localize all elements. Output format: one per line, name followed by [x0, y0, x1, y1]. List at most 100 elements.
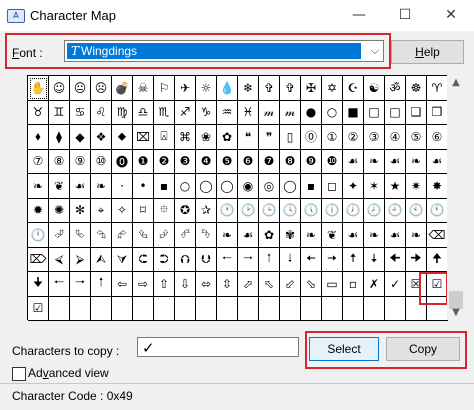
- character-cell[interactable]: ☙: [385, 223, 406, 248]
- character-cell[interactable]: 🠒: [70, 272, 91, 297]
- character-cell[interactable]: ⬃: [280, 272, 301, 297]
- character-cell[interactable]: ⮋: [196, 247, 217, 272]
- character-cell[interactable]: 🠋: [28, 272, 49, 297]
- character-cell[interactable]: ⯐: [154, 198, 175, 223]
- character-cell[interactable]: ❽: [280, 149, 301, 174]
- character-cell[interactable]: 🕛: [28, 223, 49, 248]
- character-cell[interactable]: [196, 296, 217, 321]
- character-cell[interactable]: 🠊: [406, 247, 427, 272]
- copy-button[interactable]: Copy: [386, 337, 460, 361]
- character-cell[interactable]: ✧: [112, 198, 133, 223]
- character-cell[interactable]: ✿: [259, 223, 280, 248]
- character-cell[interactable]: [175, 296, 196, 321]
- character-cell[interactable]: 🕖: [343, 198, 364, 223]
- character-cell[interactable]: ◯: [280, 174, 301, 199]
- select-button[interactable]: Select: [309, 337, 379, 361]
- character-cell[interactable]: ❧: [364, 223, 385, 248]
- character-cell[interactable]: □: [364, 100, 385, 125]
- character-cell[interactable]: ⇩: [175, 272, 196, 297]
- character-cell[interactable]: ⮵: [154, 223, 175, 248]
- character-cell[interactable]: ❧: [217, 223, 238, 248]
- character-cell[interactable]: ❧: [28, 174, 49, 199]
- character-cell[interactable]: ❧: [406, 149, 427, 174]
- character-cell[interactable]: ☼: [196, 76, 217, 101]
- character-cell[interactable]: [91, 296, 112, 321]
- character-cell[interactable]: ▯: [280, 125, 301, 150]
- character-cell[interactable]: ⮉: [175, 247, 196, 272]
- character-cell[interactable]: ⮳: [112, 223, 133, 248]
- character-cell[interactable]: ♑: [196, 100, 217, 125]
- character-cell[interactable]: [322, 296, 343, 321]
- character-cell[interactable]: 🠃: [280, 247, 301, 272]
- character-cell[interactable]: ♉: [28, 100, 49, 125]
- character-cell[interactable]: ◻: [322, 174, 343, 199]
- character-cell[interactable]: ✋: [28, 76, 49, 101]
- character-cell[interactable]: ❺: [217, 149, 238, 174]
- character-cell[interactable]: ■: [343, 100, 364, 125]
- character-cell[interactable]: ✡: [322, 76, 343, 101]
- character-cell[interactable]: 🠐: [49, 272, 70, 297]
- character-cell[interactable]: ☸: [406, 76, 427, 101]
- character-cell[interactable]: 😐: [70, 76, 91, 101]
- character-cell[interactable]: 🠆: [322, 247, 343, 272]
- scroll-up-icon[interactable]: ▲: [447, 77, 465, 88]
- character-cell[interactable]: ⌑: [133, 198, 154, 223]
- character-cell[interactable]: ❒: [427, 100, 448, 125]
- character-cell[interactable]: ⇦: [112, 272, 133, 297]
- character-cell[interactable]: ☙: [70, 174, 91, 199]
- font-dropdown[interactable]: T Wingdings ⌵: [64, 40, 384, 62]
- character-cell[interactable]: ✿: [217, 125, 238, 150]
- character-cell[interactable]: ☪: [343, 76, 364, 101]
- character-cell[interactable]: 🠀: [217, 247, 238, 272]
- character-cell[interactable]: 💣: [112, 76, 133, 101]
- scroll-down-icon[interactable]: ▼: [447, 307, 465, 318]
- character-cell[interactable]: ♊: [49, 100, 70, 125]
- character-cell[interactable]: ❻: [238, 149, 259, 174]
- character-cell[interactable]: ·: [112, 174, 133, 199]
- character-cell[interactable]: ❾: [301, 149, 322, 174]
- character-cell[interactable]: ⑩: [91, 149, 112, 174]
- character-cell[interactable]: ♎: [133, 100, 154, 125]
- character-cell[interactable]: ☙: [238, 223, 259, 248]
- character-cell[interactable]: ⚐: [154, 76, 175, 101]
- character-cell[interactable]: ⮲: [91, 223, 112, 248]
- character-cell[interactable]: ❞: [259, 125, 280, 150]
- character-cell[interactable]: 🕕: [322, 198, 343, 223]
- character-cell[interactable]: ✸: [427, 174, 448, 199]
- character-cell[interactable]: [427, 296, 448, 321]
- character-cell[interactable]: ▭: [322, 272, 343, 297]
- character-cell[interactable]: ⌧: [133, 125, 154, 150]
- character-cell[interactable]: ⑤: [406, 125, 427, 150]
- character-cell[interactable]: ⮙: [91, 247, 112, 272]
- character-cell[interactable]: ♋: [70, 100, 91, 125]
- character-cell[interactable]: 🕗: [364, 198, 385, 223]
- character-cell[interactable]: ॐ: [385, 76, 406, 101]
- character-cell[interactable]: ⮶: [175, 223, 196, 248]
- character-cell[interactable]: ⓪: [301, 125, 322, 150]
- character-cell[interactable]: ✾: [280, 223, 301, 248]
- character-cell[interactable]: ⬥: [112, 125, 133, 150]
- character-cell[interactable]: ✞: [280, 76, 301, 101]
- character-cell[interactable]: ▪: [154, 174, 175, 199]
- character-cell[interactable]: ⬄: [196, 272, 217, 297]
- character-cell[interactable]: ⮊: [154, 247, 175, 272]
- character-cell[interactable]: 🠁: [259, 247, 280, 272]
- character-cell[interactable]: ❄: [238, 76, 259, 101]
- character-cell[interactable]: ★: [385, 174, 406, 199]
- character-cell[interactable]: ♌: [91, 100, 112, 125]
- character-cell[interactable]: 🕑: [238, 198, 259, 223]
- character-cell[interactable]: ✺: [49, 198, 70, 223]
- character-cell[interactable]: ⮰: [49, 223, 70, 248]
- character-cell[interactable]: ❶: [133, 149, 154, 174]
- character-cell[interactable]: ⓿: [112, 149, 133, 174]
- character-cell[interactable]: ✪: [175, 198, 196, 223]
- character-cell[interactable]: ☙: [343, 149, 364, 174]
- character-cell[interactable]: ①: [322, 125, 343, 150]
- character-cell[interactable]: ☙: [343, 223, 364, 248]
- character-cell[interactable]: ☯: [364, 76, 385, 101]
- character-cell[interactable]: ⌦: [28, 247, 49, 272]
- character-cell[interactable]: ✞: [259, 76, 280, 101]
- character-cell[interactable]: 🠅: [343, 247, 364, 272]
- character-cell[interactable]: ❧: [91, 174, 112, 199]
- character-cell[interactable]: 🠇: [364, 247, 385, 272]
